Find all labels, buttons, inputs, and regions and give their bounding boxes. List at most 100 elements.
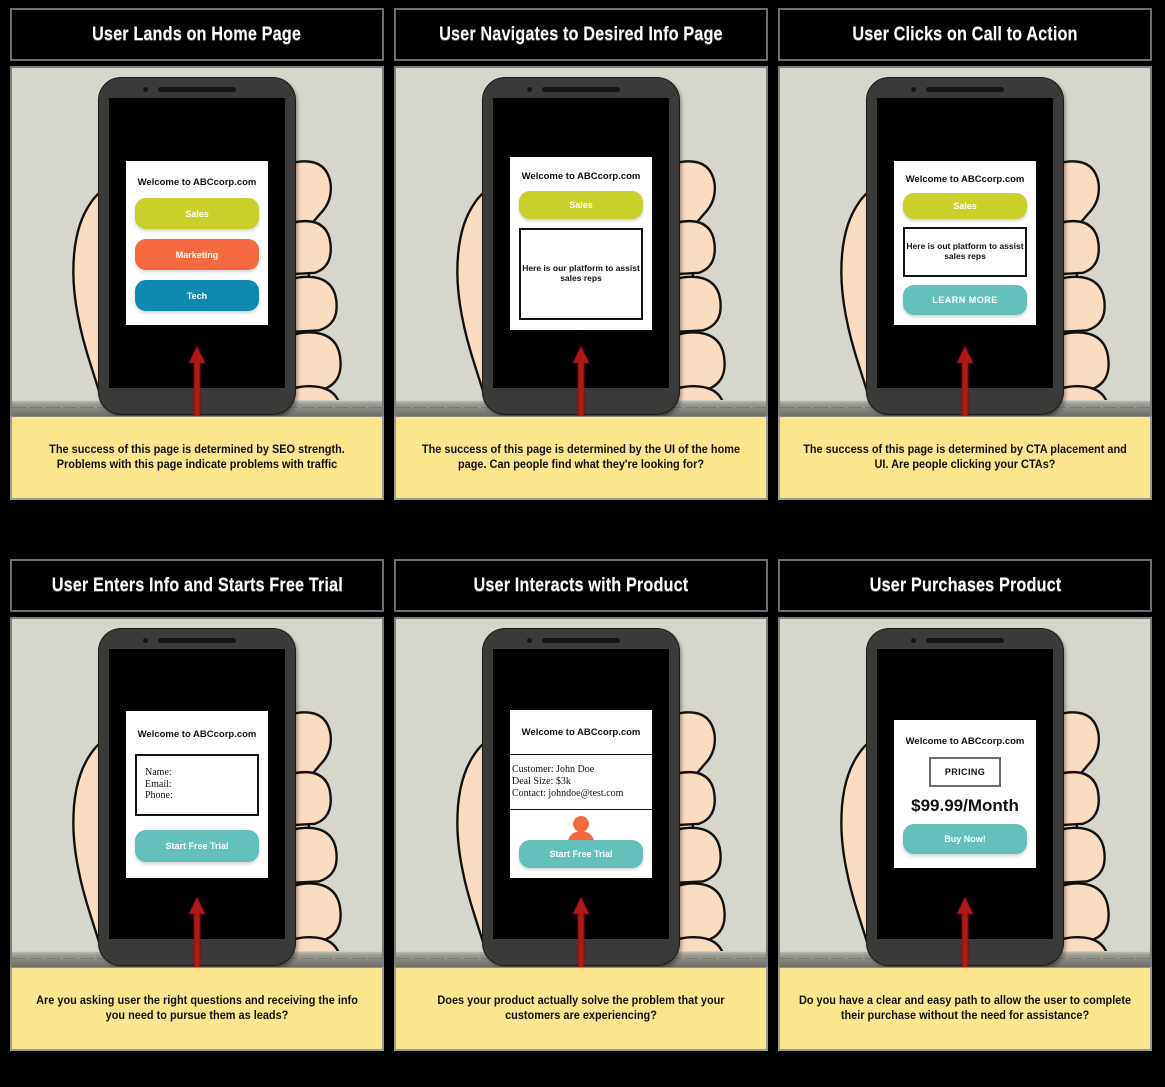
panel-caption: The success of this page is determined b… — [778, 416, 1152, 500]
app-heading: Welcome to ABCcorp.com — [521, 726, 641, 738]
sales-button[interactable]: Sales — [135, 198, 259, 229]
flow-arrow-up-icon — [957, 897, 973, 967]
start-free-trial-button-label: Start Free Trial — [549, 849, 613, 859]
caption-text: Does your product actually solve the pro… — [437, 995, 725, 1022]
panel-title-bar: User Purchases Product — [778, 559, 1152, 612]
flow-arrow-up-icon — [573, 897, 589, 967]
lead-form[interactable]: Name: Email: Phone: — [135, 753, 259, 816]
storyboard-panel-6: User Purchases Product Welcome to ABCcor… — [778, 559, 1152, 1077]
panel-scene: Welcome to ABCcorp.com Name: Email: Phon… — [10, 617, 384, 967]
app-heading: Welcome to ABCcorp.com — [137, 177, 257, 188]
price-amount: $99.99/Month — [911, 795, 1019, 815]
storyboard-panel-1: User Lands on Home Page Welcome to ABCco… — [10, 8, 384, 526]
flow-arrow-up-icon — [189, 346, 205, 416]
start-free-trial-button[interactable]: Start Free Trial — [519, 840, 643, 868]
app-heading: Welcome to ABCcorp.com — [521, 170, 641, 182]
panel-scene: Welcome to ABCcorp.com Customer: John Do… — [394, 617, 768, 967]
marketing-button[interactable]: Marketing — [135, 239, 259, 270]
learn-more-button-label: LEARN MORE — [932, 295, 998, 305]
phone-camera-icon — [911, 87, 916, 92]
learn-more-button[interactable]: LEARN MORE — [903, 285, 1027, 315]
customer-record: Customer: John Doe Deal Size: $3k Contac… — [510, 755, 652, 809]
panel-title: User Navigates to Desired Info Page — [439, 23, 723, 45]
panel-scene: Welcome to ABCcorp.com Sales Here is our… — [394, 66, 768, 416]
app-heading: Welcome to ABCcorp.com — [905, 735, 1025, 747]
storyboard-panel-5: User Interacts with Product Welcome to A… — [394, 559, 768, 1077]
info-box: Here is out platform to assist sales rep… — [903, 227, 1027, 277]
storyboard-row-2: User Enters Info and Starts Free Trial W… — [10, 559, 1155, 1077]
sales-button-label: Sales — [185, 208, 209, 219]
panel-title: User Interacts with Product — [473, 574, 689, 596]
panel-caption: Do you have a clear and easy path to all… — [778, 967, 1152, 1051]
phone-speaker-icon — [926, 87, 1004, 92]
tech-button-label: Tech — [186, 290, 208, 301]
caption-text: The success of this page is determined b… — [49, 444, 345, 471]
sales-button-label: Sales — [569, 199, 593, 210]
info-box-text: Here is our platform to assist sales rep… — [522, 262, 640, 283]
phone-camera-icon — [911, 638, 916, 643]
sales-button[interactable]: Sales — [903, 193, 1027, 219]
user-avatar-icon — [568, 816, 594, 842]
app-info-screen: Welcome to ABCcorp.com Sales Here is our… — [510, 156, 652, 330]
phone-speaker-icon — [542, 87, 620, 92]
storyboard-panel-3: User Clicks on Call to Action Welcome to… — [778, 8, 1152, 526]
phone-camera-icon — [527, 638, 532, 643]
customer-contact: Contact: johndoe@test.com — [512, 788, 624, 799]
start-free-trial-button-label: Start Free Trial — [165, 840, 229, 851]
app-signup-screen: Welcome to ABCcorp.com Name: Email: Phon… — [126, 710, 268, 878]
phone-camera-icon — [143, 87, 148, 92]
panel-title-bar: User Enters Info and Starts Free Trial — [10, 559, 384, 612]
panel-scene: Welcome to ABCcorp.com Sales Here is out… — [778, 66, 1152, 416]
panel-title: User Clicks on Call to Action — [852, 23, 1078, 45]
panel-title-bar: User Navigates to Desired Info Page — [394, 8, 768, 61]
phone-speaker-icon — [158, 87, 236, 92]
caption-text: The success of this page is determined b… — [803, 444, 1127, 471]
deal-size: Deal Size: $3k — [512, 776, 571, 787]
sales-button-label: Sales — [953, 201, 977, 211]
app-heading-bar: Welcome to ABCcorp.com — [510, 710, 652, 754]
pricing-tag: PRICING — [928, 756, 1002, 787]
panel-title-bar: User Lands on Home Page — [10, 8, 384, 61]
panel-title: User Enters Info and Starts Free Trial — [51, 574, 343, 596]
phone-screen: Welcome to ABCcorp.com Sales Here is our… — [493, 98, 669, 388]
panel-title: User Purchases Product — [869, 574, 1061, 596]
panel-scene: Welcome to ABCcorp.com Sales Marketing T… — [10, 66, 384, 416]
app-heading: Welcome to ABCcorp.com — [905, 174, 1025, 185]
product-cta-area: Start Free Trial — [510, 810, 652, 878]
panel-caption: The success of this page is determined b… — [394, 416, 768, 500]
caption-text: Are you asking user the right questions … — [36, 995, 358, 1022]
panel-title-bar: User Interacts with Product — [394, 559, 768, 612]
sales-button[interactable]: Sales — [519, 190, 643, 219]
panel-title: User Lands on Home Page — [92, 23, 302, 45]
phone-speaker-icon — [542, 638, 620, 643]
phone-speaker-icon — [158, 638, 236, 643]
info-box-text: Here is out platform to assist sales rep… — [906, 241, 1024, 261]
name-field-label: Name: — [145, 766, 172, 778]
storyboard-panel-2: User Navigates to Desired Info Page Welc… — [394, 8, 768, 526]
buy-now-button[interactable]: Buy Now! — [903, 824, 1027, 855]
phone-screen: Welcome to ABCcorp.com Sales Here is out… — [877, 98, 1053, 388]
caption-text: The success of this page is determined b… — [421, 444, 741, 471]
panel-caption: The success of this page is determined b… — [10, 416, 384, 500]
info-box: Here is our platform to assist sales rep… — [519, 227, 643, 320]
customer-name: Customer: John Doe — [512, 764, 595, 775]
phone-screen: Welcome to ABCcorp.com Name: Email: Phon… — [109, 649, 285, 939]
phone-screen: Welcome to ABCcorp.com Sales Marketing T… — [109, 98, 285, 388]
phone-field-label: Phone: — [145, 790, 173, 802]
email-field-label: Email: — [145, 778, 172, 790]
flow-arrow-up-icon — [189, 897, 205, 967]
pricing-tag-label: PRICING — [944, 766, 986, 777]
phone-screen: Welcome to ABCcorp.com PRICING $99.99/Mo… — [877, 649, 1053, 939]
tech-button[interactable]: Tech — [135, 280, 259, 311]
flow-arrow-up-icon — [957, 346, 973, 416]
app-home-screen: Welcome to ABCcorp.com Sales Marketing T… — [126, 161, 268, 325]
panel-caption: Does your product actually solve the pro… — [394, 967, 768, 1051]
phone-camera-icon — [527, 87, 532, 92]
flow-arrow-up-icon — [573, 346, 589, 416]
buy-now-button-label: Buy Now! — [944, 834, 986, 845]
start-free-trial-button[interactable]: Start Free Trial — [135, 829, 259, 862]
panel-caption: Are you asking user the right questions … — [10, 967, 384, 1051]
phone-speaker-icon — [926, 638, 1004, 643]
panel-scene: Welcome to ABCcorp.com PRICING $99.99/Mo… — [778, 617, 1152, 967]
app-cta-screen: Welcome to ABCcorp.com Sales Here is out… — [894, 161, 1036, 325]
